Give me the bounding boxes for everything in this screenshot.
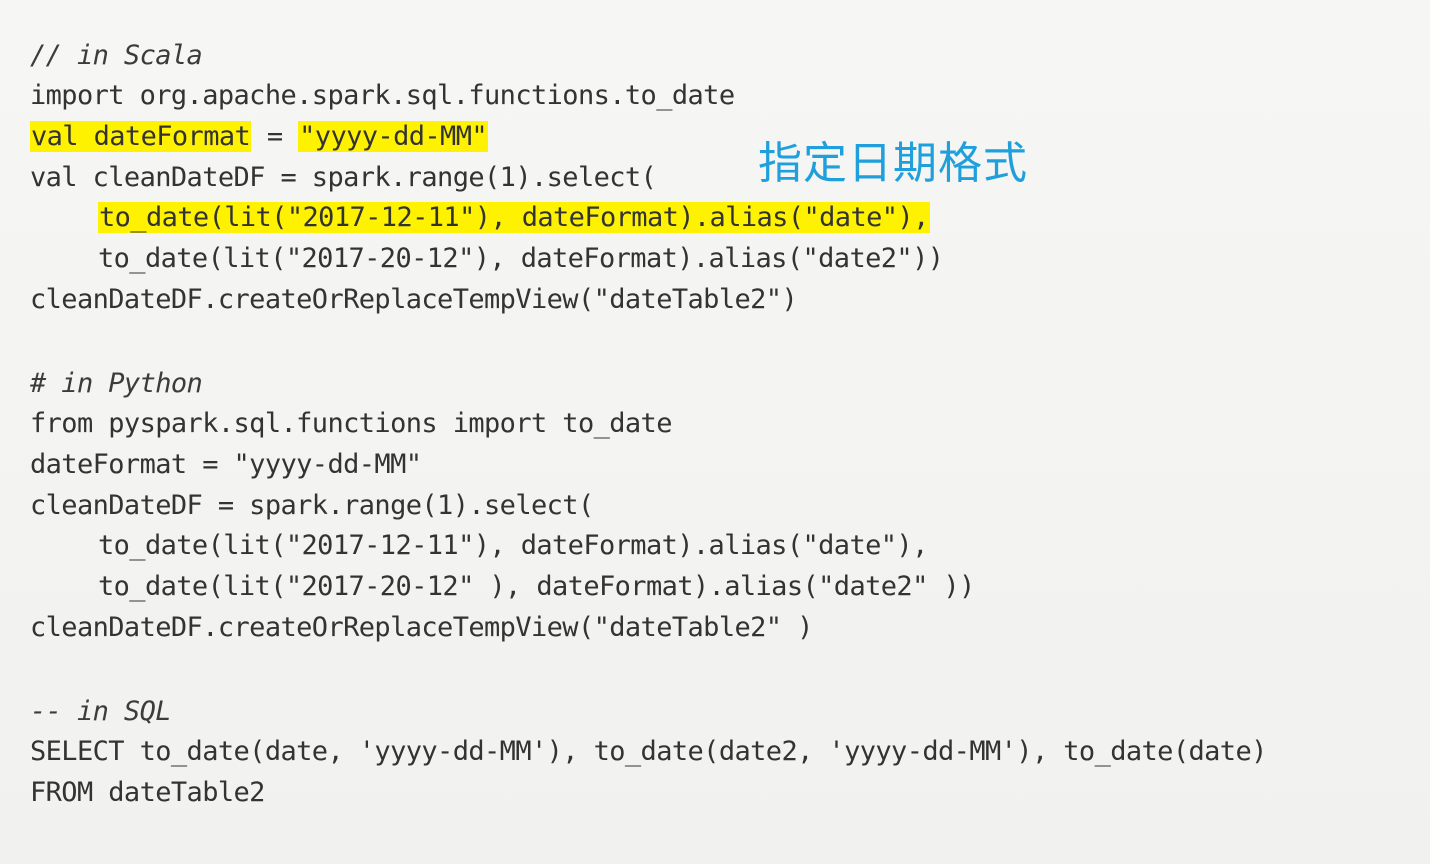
python-to-date-line-2: to_date(lit("2017-20-12" ), dateFormat).… <box>98 571 975 602</box>
scala-view-line: cleanDateDF.createOrReplaceTempView("dat… <box>30 284 798 315</box>
highlight-to-date-call: to_date(lit("2017-12-11"), dateFormat).a… <box>98 202 930 233</box>
scala-select-line: val cleanDateDF = spark.range(1).select( <box>30 162 657 193</box>
python-comment: # in Python <box>30 368 203 399</box>
dateformat-equals: = <box>251 121 299 152</box>
sql-select-line: SELECT to_date(date, 'yyyy-dd-MM'), to_d… <box>30 736 1267 767</box>
python-import-line: from pyspark.sql.functions import to_dat… <box>30 408 672 439</box>
scala-to-date-line-1: to_date(lit("2017-12-11"), dateFormat).a… <box>98 198 930 238</box>
python-to-date-line-1: to_date(lit("2017-12-11"), dateFormat).a… <box>98 530 928 561</box>
annotation-label: 指定日期格式 <box>758 138 1028 189</box>
sql-from-line: FROM dateTable2 <box>30 777 265 808</box>
scala-to-date-line-2: to_date(lit("2017-20-12"), dateFormat).a… <box>98 243 944 274</box>
scala-dateformat-line: val dateFormat = "yyyy-dd-MM" <box>30 117 489 157</box>
scala-import-line: import org.apache.spark.sql.functions.to… <box>30 80 735 111</box>
scala-comment: // in Scala <box>30 40 203 71</box>
python-dateformat-line: dateFormat = "yyyy-dd-MM" <box>30 449 422 480</box>
highlight-dateformat-value: "yyyy-dd-MM" <box>298 121 489 152</box>
highlight-dateformat-var: val dateFormat <box>30 121 252 152</box>
python-select-line: cleanDateDF = spark.range(1).select( <box>30 490 594 521</box>
code-page: // in Scala import org.apache.spark.sql.… <box>0 0 1430 864</box>
sql-comment: -- in SQL <box>30 696 172 727</box>
python-view-line: cleanDateDF.createOrReplaceTempView("dat… <box>30 612 813 643</box>
